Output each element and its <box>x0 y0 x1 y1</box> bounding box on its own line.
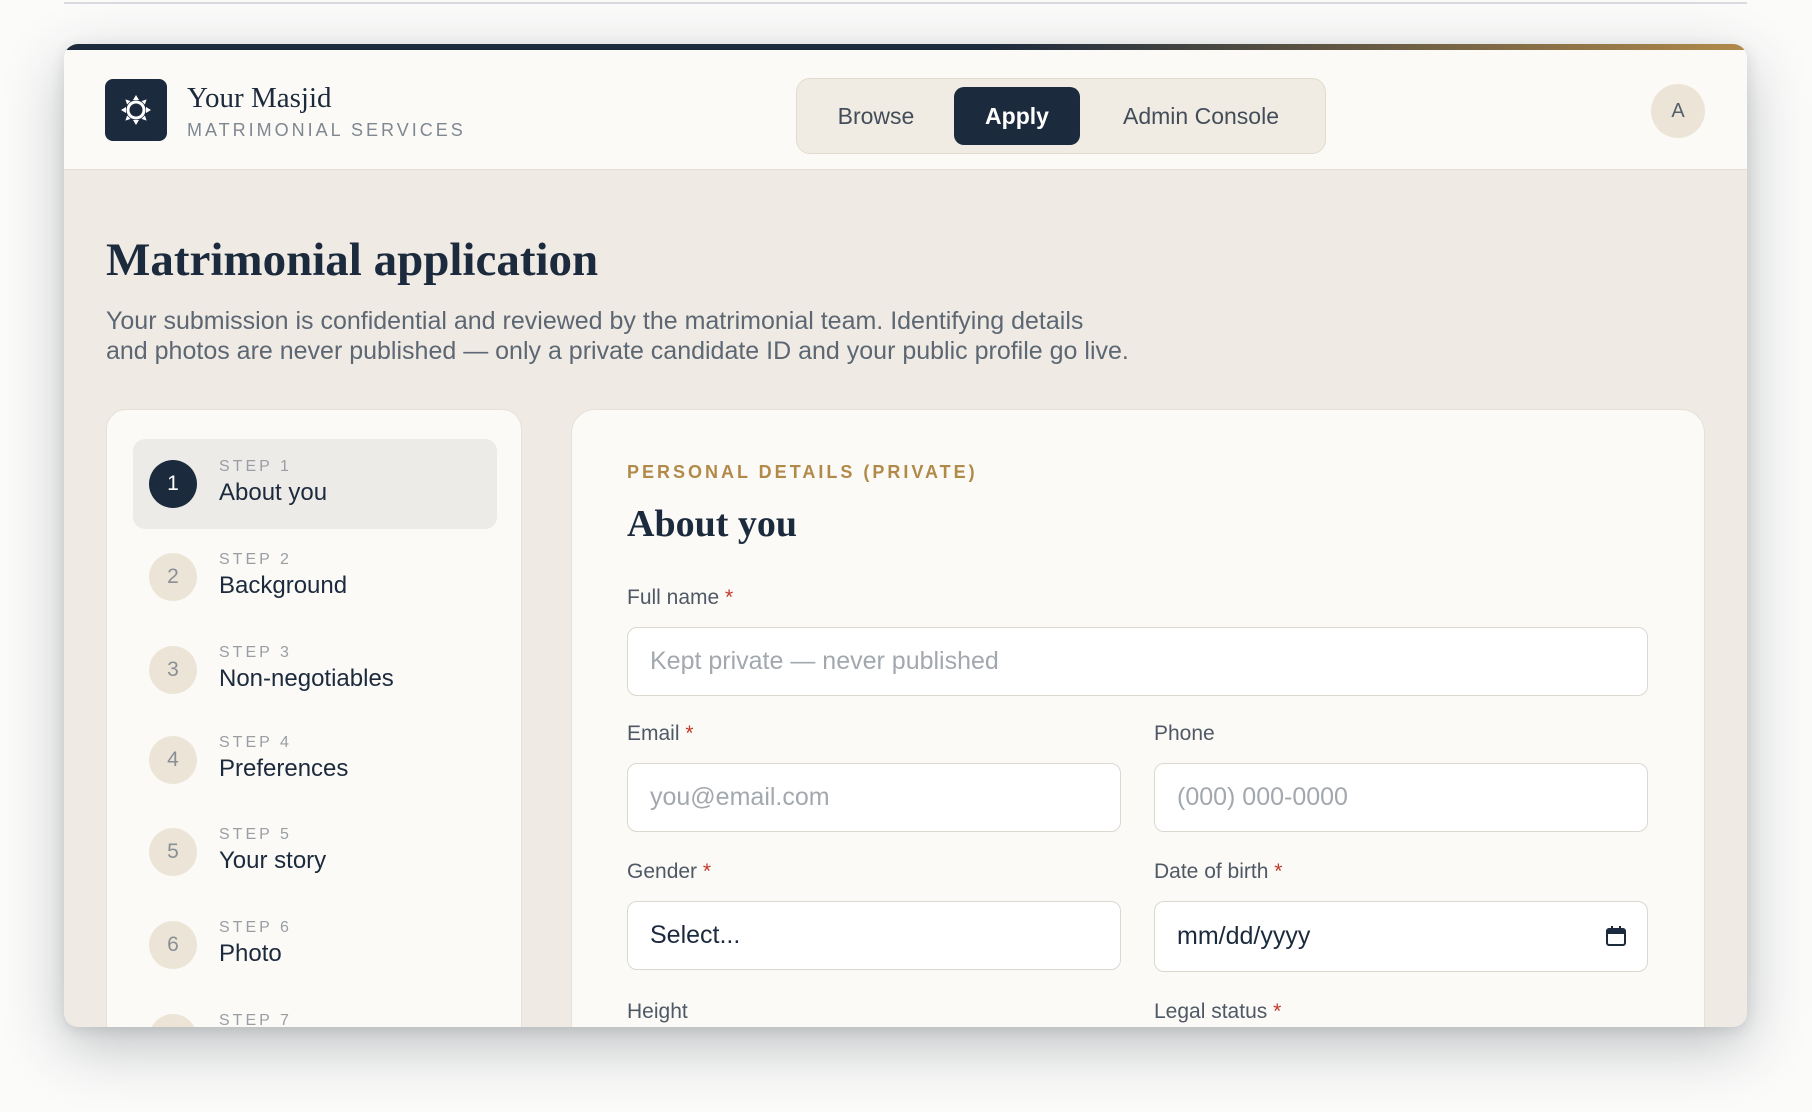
required-mark: * <box>1273 1000 1282 1023</box>
user-avatar[interactable]: A <box>1651 84 1705 138</box>
form-card: PERSONAL DETAILS (PRIVATE) About you Ful… <box>571 409 1705 1027</box>
top-divider <box>64 2 1747 4</box>
step-item-about-you[interactable]: 1 STEP 1 About you <box>133 439 497 529</box>
step-kicker: STEP 4 <box>219 734 292 751</box>
step-kicker: STEP 1 <box>219 458 292 475</box>
step-number: 7 <box>149 1014 197 1027</box>
required-mark: * <box>725 586 734 609</box>
step-number: 4 <box>149 736 197 784</box>
required-mark: * <box>702 860 712 883</box>
step-item-7[interactable]: 7 STEP 7 <box>133 993 497 1027</box>
dob-value: mm/dd/yyyy <box>1177 922 1311 950</box>
step-item-background[interactable]: 2 STEP 2 Background <box>133 532 497 622</box>
legal-status-label-text: Legal status <box>1154 1000 1268 1023</box>
step-number: 6 <box>149 921 197 969</box>
gender-label: Gender * <box>627 860 711 884</box>
step-number: 2 <box>149 553 197 601</box>
step-kicker: STEP 7 <box>219 1012 292 1027</box>
step-label: Background <box>219 572 348 599</box>
step-kicker: STEP 2 <box>219 551 292 568</box>
step-label: About you <box>219 479 328 506</box>
step-kicker: STEP 5 <box>219 826 292 843</box>
step-item-non-negotiables[interactable]: 3 STEP 3 Non-negotiables <box>133 625 497 715</box>
page-title: Matrimonial application <box>106 234 599 286</box>
page-intro-line-1: Your submission is confidential and revi… <box>106 307 1084 335</box>
email-label: Email * <box>627 722 694 746</box>
required-mark: * <box>685 722 694 745</box>
step-number: 1 <box>149 460 197 508</box>
date-of-birth-input[interactable]: mm/dd/yyyy <box>1154 901 1648 972</box>
step-label: Your story <box>219 847 327 874</box>
sun-gear-icon[interactable] <box>105 79 167 141</box>
tab-admin-console[interactable]: Admin Console <box>1089 87 1313 145</box>
dob-label-text: Date of birth <box>1154 860 1269 883</box>
height-label: Height <box>627 1000 688 1024</box>
gender-select-value: Select... <box>650 921 741 949</box>
tab-apply[interactable]: Apply <box>954 87 1080 145</box>
email-input[interactable] <box>627 763 1121 832</box>
step-label: Non-negotiables <box>219 665 394 692</box>
dob-label: Date of birth * <box>1154 860 1282 884</box>
phone-label-text: Phone <box>1154 722 1215 745</box>
step-list: 1 STEP 1 About you 2 STEP 2 Background 3… <box>106 409 522 1027</box>
app-header: Your Masjid MATRIMONIAL SERVICES Browse … <box>64 50 1747 170</box>
main-nav: Browse Apply Admin Console <box>796 78 1326 154</box>
step-label: Preferences <box>219 755 349 782</box>
step-number: 3 <box>149 646 197 694</box>
required-mark: * <box>1274 860 1283 883</box>
height-label-text: Height <box>627 1000 688 1023</box>
step-item-your-story[interactable]: 5 STEP 5 Your story <box>133 807 497 897</box>
section-kicker: PERSONAL DETAILS (PRIVATE) <box>627 462 978 482</box>
step-number: 5 <box>149 828 197 876</box>
tab-browse[interactable]: Browse <box>809 87 943 145</box>
gender-label-text: Gender <box>627 860 698 883</box>
step-item-preferences[interactable]: 4 STEP 4 Preferences <box>133 715 497 805</box>
brand-title: Your Masjid <box>187 82 332 114</box>
full-name-label: Full name * <box>627 586 733 610</box>
full-name-label-text: Full name <box>627 586 720 609</box>
step-kicker: STEP 6 <box>219 919 292 936</box>
step-kicker: STEP 3 <box>219 644 292 661</box>
full-name-input[interactable] <box>627 627 1648 696</box>
step-label: Photo <box>219 940 282 967</box>
section-title: About you <box>627 503 797 545</box>
gender-select[interactable]: Select... <box>627 901 1121 970</box>
page-intro: Your submission is confidential and revi… <box>106 306 1256 366</box>
page-intro-line-2: and photos are never published — only a … <box>106 337 1129 365</box>
phone-input[interactable] <box>1154 763 1648 832</box>
phone-label: Phone <box>1154 722 1215 746</box>
app-window: Your Masjid MATRIMONIAL SERVICES Browse … <box>64 44 1747 1027</box>
brand-subtitle: MATRIMONIAL SERVICES <box>187 120 466 140</box>
calendar-icon[interactable] <box>1605 925 1627 947</box>
legal-status-label: Legal status * <box>1154 1000 1281 1024</box>
step-item-photo[interactable]: 6 STEP 6 Photo <box>133 900 497 990</box>
email-label-text: Email <box>627 722 680 745</box>
